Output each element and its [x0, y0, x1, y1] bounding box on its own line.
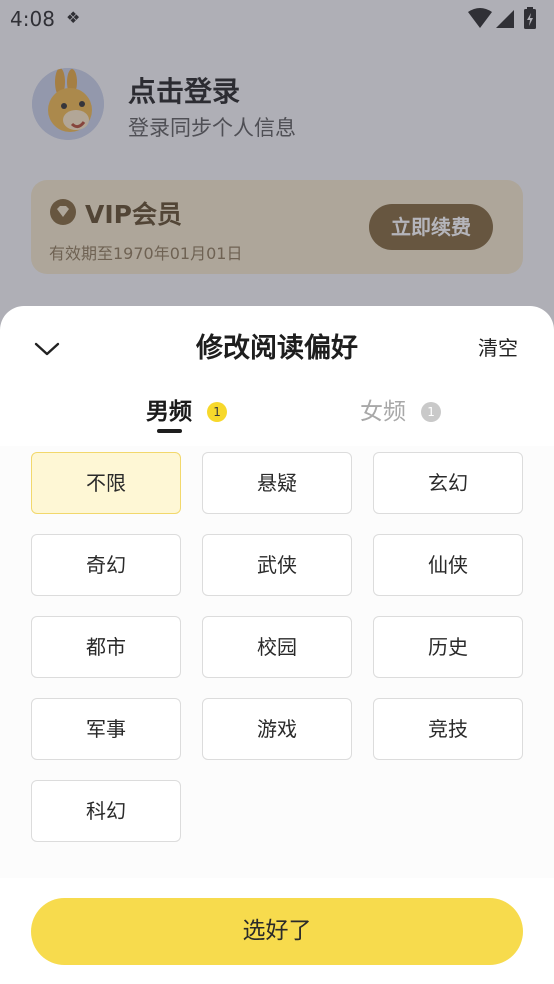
genre-chip[interactable]: 校园 [202, 616, 352, 678]
reading-preference-sheet: 修改阅读偏好 清空 男频 1 女频 1 不限 悬疑 玄幻 奇幻 武侠 仙侠 都市… [0, 306, 554, 984]
tab-male[interactable]: 男频 1 [146, 392, 228, 432]
tab-label: 男频 [146, 399, 192, 425]
genre-chip[interactable]: 玄幻 [373, 452, 523, 514]
genre-chip[interactable]: 历史 [373, 616, 523, 678]
tab-count-badge: 1 [421, 401, 442, 422]
active-tab-indicator [157, 429, 182, 433]
sheet-footer: 选好了 [0, 878, 554, 984]
clear-button[interactable]: 清空 [478, 332, 518, 361]
tab-female[interactable]: 女频 1 [360, 392, 442, 432]
genre-chip[interactable]: 军事 [31, 698, 181, 760]
genre-chip[interactable]: 竞技 [373, 698, 523, 760]
genre-chip[interactable]: 不限 [31, 452, 181, 514]
sheet-title: 修改阅读偏好 [196, 333, 358, 364]
genre-chip[interactable]: 都市 [31, 616, 181, 678]
genre-chip[interactable]: 仙侠 [373, 534, 523, 596]
genre-chip[interactable]: 科幻 [31, 780, 181, 842]
genre-chip[interactable]: 悬疑 [202, 452, 352, 514]
tab-label: 女频 [360, 399, 406, 425]
tab-count-badge: 1 [207, 401, 228, 422]
genre-chip[interactable]: 游戏 [202, 698, 352, 760]
genre-chip[interactable]: 奇幻 [31, 534, 181, 596]
confirm-button[interactable]: 选好了 [31, 898, 523, 965]
genre-chip[interactable]: 武侠 [202, 534, 352, 596]
genre-grid: 不限 悬疑 玄幻 奇幻 武侠 仙侠 都市 校园 历史 军事 游戏 竞技 科幻 [31, 452, 523, 842]
